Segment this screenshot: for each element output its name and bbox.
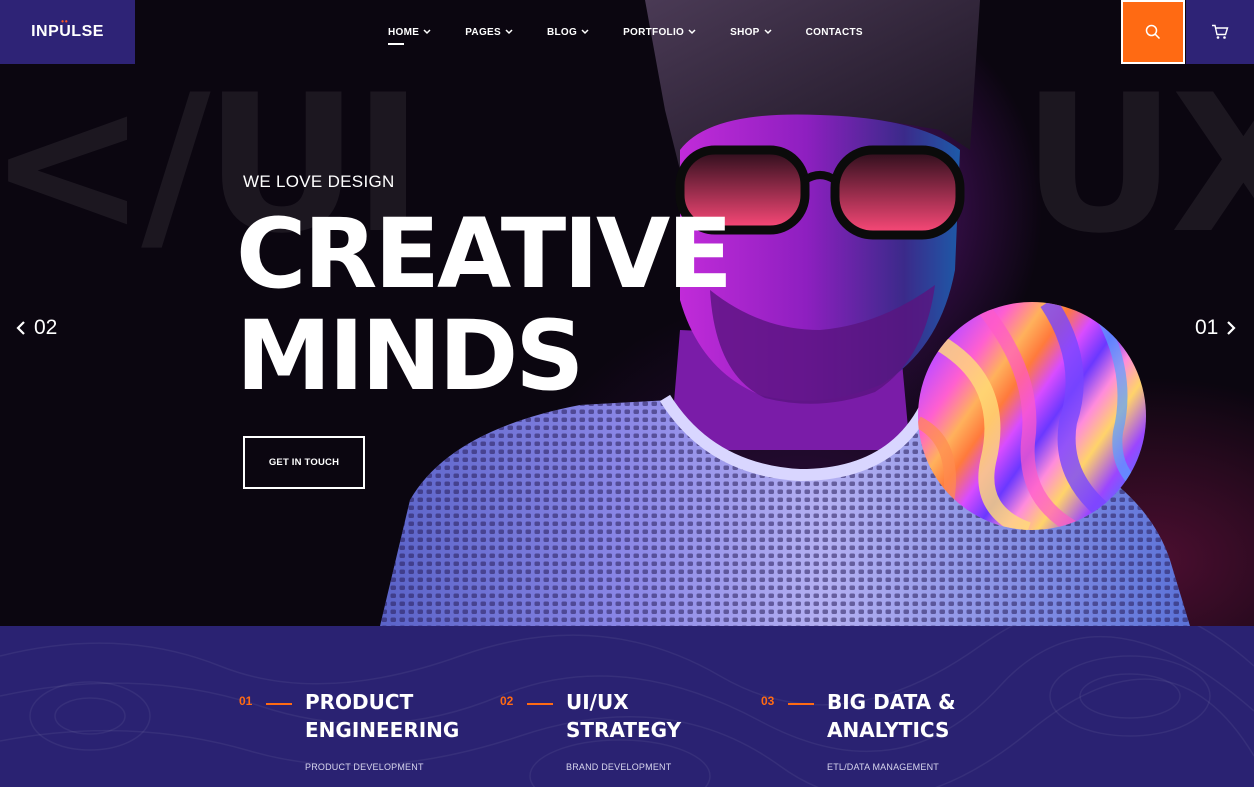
main-nav: HOME PAGES BLOG PORTFOLIO SHOP CONTACTS [388, 0, 897, 64]
chevron-down-icon [581, 29, 589, 35]
hero-slider: </UI UX> [0, 0, 1254, 626]
cart-icon [1212, 24, 1229, 39]
service-title-line: BIG DATA & [827, 690, 956, 714]
chevron-right-icon [1227, 321, 1236, 335]
chevron-left-icon [16, 321, 25, 335]
hero-title: CREATIVE MINDS [236, 198, 733, 412]
cart-button[interactable] [1186, 0, 1254, 64]
service-title-line: STRATEGY [566, 718, 682, 742]
nav-item-label: HOME [388, 26, 420, 38]
brand-name: •• INPULSE [31, 17, 104, 41]
chevron-down-icon [764, 29, 772, 35]
brand-logo-dots: •• [61, 17, 69, 26]
service-divider [527, 703, 553, 705]
nav-item-portfolio[interactable]: PORTFOLIO [623, 27, 696, 38]
chevron-down-icon [505, 29, 513, 35]
previous-slide-number: 02 [34, 316, 58, 339]
nav-item-contacts[interactable]: CONTACTS [806, 27, 863, 38]
service-number: 03 [761, 694, 775, 708]
abstract-gradient-orb [918, 302, 1146, 530]
hero-title-line-2: MINDS [236, 300, 584, 412]
service-title: BIG DATA & ANALYTICS [827, 688, 997, 744]
search-icon [1145, 24, 1161, 40]
service-divider [266, 703, 292, 705]
nav-item-label: PORTFOLIO [623, 26, 685, 38]
next-slide-number: 01 [1195, 316, 1219, 339]
brand-logo[interactable]: •• INPULSE [0, 0, 135, 64]
service-subtitle: BRAND DEVELOPMENT [566, 762, 672, 772]
service-title-line: PRODUCT [305, 690, 414, 714]
hero-eyebrow: WE LOVE DESIGN [243, 172, 395, 191]
nav-item-label: CONTACTS [805, 26, 863, 38]
service-title-line: UI/UX [566, 690, 629, 714]
service-number: 02 [500, 694, 514, 708]
service-title: UI/UX STRATEGY [566, 688, 736, 744]
nav-item-pages[interactable]: PAGES [465, 27, 513, 38]
service-subtitle: ETL/DATA MANAGEMENT [827, 762, 939, 772]
service-title: PRODUCT ENGINEERING [305, 688, 475, 744]
service-subtitle: PRODUCT DEVELOPMENT [305, 762, 424, 772]
nav-item-label: BLOG [546, 26, 578, 38]
chevron-down-icon [423, 29, 431, 35]
nav-item-home[interactable]: HOME [388, 26, 431, 45]
search-button[interactable] [1121, 0, 1185, 64]
previous-slide-button[interactable]: 02 [16, 316, 57, 340]
nav-item-blog[interactable]: BLOG [547, 27, 589, 38]
hero-title-line-1: CREATIVE [236, 198, 733, 310]
get-in-touch-button[interactable]: GET IN TOUCH [243, 436, 365, 489]
service-number: 01 [239, 694, 253, 708]
service-title-line: ENGINEERING [305, 718, 460, 742]
services-section: 01 PRODUCT ENGINEERING PRODUCT DEVELOPME… [0, 626, 1254, 787]
chevron-down-icon [688, 29, 696, 35]
nav-item-label: SHOP [730, 26, 760, 38]
service-divider [788, 703, 814, 705]
service-title-line: ANALYTICS [827, 718, 950, 742]
nav-item-shop[interactable]: SHOP [730, 27, 772, 38]
nav-item-label: PAGES [465, 26, 501, 38]
next-slide-button[interactable]: 01 [1195, 316, 1236, 340]
